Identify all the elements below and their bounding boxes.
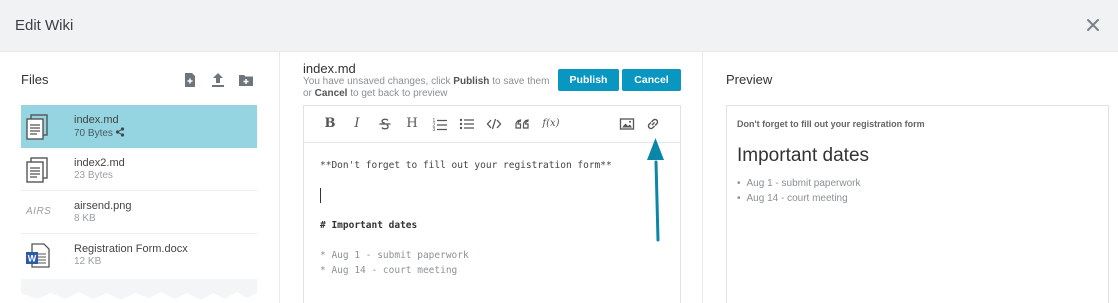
strikethrough-icon[interactable]: [377, 116, 393, 132]
file-item-index2-md[interactable]: index2.md 23 Bytes: [21, 148, 257, 191]
image-icon[interactable]: [619, 116, 635, 132]
file-size: 70 Bytes: [74, 127, 125, 139]
preview-content: Don't forget to fill out your registrati…: [726, 105, 1109, 303]
md-line: **Don't forget to fill out your registra…: [320, 160, 612, 171]
file-item-registration-form[interactable]: W Registration Form.docx 12 KB: [21, 234, 257, 277]
file-size: 12 KB: [74, 256, 102, 267]
preview-list-item: Aug 1 - submit paperwork: [737, 176, 861, 191]
md-line: # Important dates: [320, 220, 418, 231]
new-file-icon[interactable]: [182, 72, 198, 88]
file-name: index.md: [74, 114, 119, 126]
text-cursor: [320, 188, 321, 203]
file-size: 23 Bytes: [74, 170, 113, 181]
image-thumbnail: AIRS: [26, 206, 52, 217]
italic-icon[interactable]: I: [349, 116, 365, 132]
preview-title: Preview: [726, 72, 773, 87]
new-folder-icon[interactable]: [238, 72, 254, 88]
md-line: * Aug 14 - court meeting: [320, 265, 458, 276]
file-name: Registration Form.docx: [74, 243, 188, 255]
preview-panel: Preview Don't forget to fill out your re…: [704, 52, 1118, 303]
preview-list-item: Aug 14 - court meeting: [737, 191, 860, 206]
file-name: index2.md: [74, 157, 125, 169]
cancel-button[interactable]: Cancel: [622, 69, 681, 91]
md-line: * Aug 1 - submit paperwork: [320, 250, 469, 261]
document-icon: [24, 157, 52, 183]
files-panel: Files index.md 70 Bytes index2.md 23 Byt…: [0, 52, 280, 303]
link-icon[interactable]: [645, 116, 661, 132]
files-toolbar: [182, 72, 254, 88]
file-list: index.md 70 Bytes index2.md 23 Bytes AIR…: [21, 105, 257, 277]
heading-icon[interactable]: H: [404, 116, 420, 132]
editor-toolbar: B I H 123 f(x): [304, 106, 680, 143]
quote-icon[interactable]: [514, 116, 530, 132]
preview-heading: Important dates: [737, 145, 870, 166]
files-title: Files: [21, 72, 49, 87]
document-icon: [24, 114, 52, 140]
svg-text:3: 3: [433, 127, 436, 132]
markdown-editor[interactable]: B I H 123 f(x) **Don't forget to fill ou…: [303, 105, 681, 303]
file-item-index-md[interactable]: index.md 70 Bytes: [21, 105, 257, 148]
modal-title: Edit Wiki: [15, 17, 74, 34]
upload-icon[interactable]: [210, 72, 226, 88]
torn-edge: [21, 279, 257, 300]
preview-list: Aug 1 - submit paperwork Aug 14 - court …: [737, 176, 861, 206]
file-item-airsend-png[interactable]: AIRS airsend.png 8 KB: [21, 191, 257, 234]
unsaved-changes-message: You have unsaved changes, click Publish …: [303, 76, 550, 99]
preview-bold-text: Don't forget to fill out your registrati…: [737, 119, 925, 129]
bold-icon[interactable]: B: [322, 116, 338, 132]
svg-text:W: W: [28, 254, 37, 264]
formula-icon[interactable]: f(x): [541, 116, 561, 132]
editor-filename: index.md: [303, 61, 356, 76]
close-icon[interactable]: [1082, 14, 1104, 36]
file-size: 8 KB: [74, 213, 96, 224]
publish-button[interactable]: Publish: [558, 69, 619, 91]
share-icon: [115, 127, 125, 137]
code-icon[interactable]: [486, 116, 502, 132]
editor-panel: index.md You have unsaved changes, click…: [281, 52, 703, 303]
ordered-list-icon[interactable]: 123: [432, 116, 448, 132]
unordered-list-icon[interactable]: [459, 116, 475, 132]
word-icon: W: [24, 243, 52, 269]
modal-header: Edit Wiki: [0, 0, 1118, 52]
file-name: airsend.png: [74, 200, 132, 212]
